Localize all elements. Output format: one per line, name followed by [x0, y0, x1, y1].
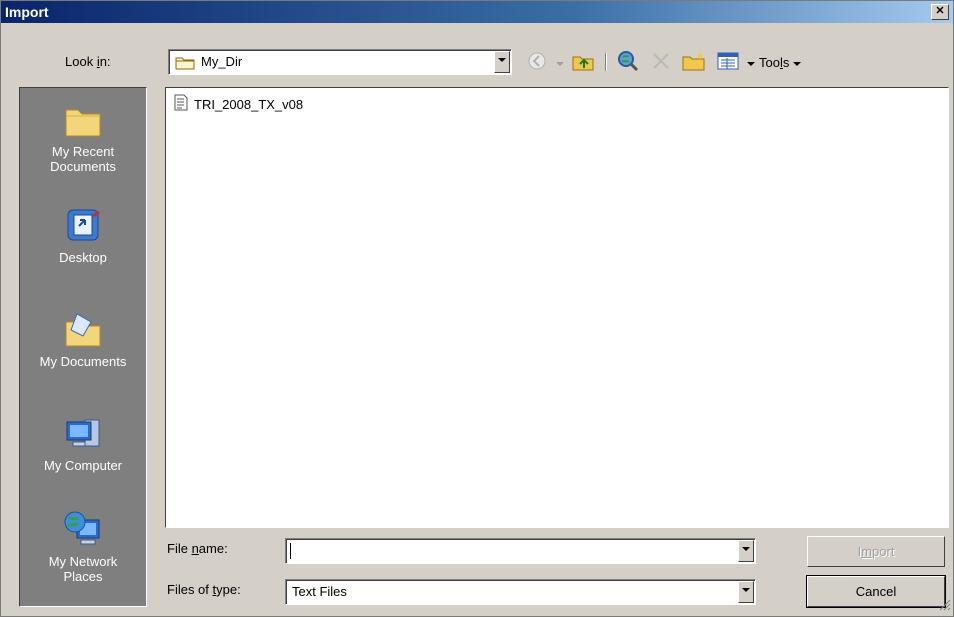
place-my-documents[interactable]: My Documents — [20, 310, 146, 369]
tools-menu-button[interactable]: Tools — [759, 50, 849, 74]
list-item[interactable]: TRI_2008_TX_v08 — [174, 94, 303, 114]
views-icon — [717, 52, 739, 73]
look-in-label: Look in: — [65, 54, 111, 69]
search-web-button[interactable] — [613, 50, 643, 74]
file-type-value: Text Files — [292, 584, 347, 599]
file-name-dropdown-button[interactable] — [738, 540, 754, 562]
my-documents-icon — [63, 310, 103, 350]
delete-button[interactable] — [647, 50, 675, 74]
place-my-computer[interactable]: My Computer — [20, 414, 146, 473]
new-folder-icon — [682, 51, 706, 74]
close-button[interactable]: ✕ — [931, 4, 949, 20]
import-button[interactable]: Import — [807, 536, 945, 567]
chevron-down-icon — [747, 55, 755, 70]
views-button[interactable] — [713, 50, 743, 74]
file-type-label: Files of type: — [167, 582, 241, 597]
file-name-input[interactable] — [290, 543, 293, 559]
recent-folder-icon — [63, 100, 103, 140]
look-in-value: My_Dir — [201, 54, 243, 69]
file-type-select[interactable]: Text Files — [285, 579, 756, 605]
place-label: My Network Places — [48, 554, 118, 584]
network-places-icon — [63, 510, 103, 550]
resize-grip-icon[interactable] — [939, 599, 951, 614]
delete-icon — [652, 52, 670, 73]
back-dropdown[interactable] — [553, 50, 567, 74]
new-folder-button[interactable] — [679, 50, 709, 74]
file-name-label: File name: — [167, 541, 228, 556]
place-desktop[interactable]: Desktop — [20, 206, 146, 265]
look-in-dropdown-button[interactable] — [494, 51, 510, 73]
file-name: TRI_2008_TX_v08 — [194, 96, 304, 112]
title-bar[interactable]: Import ✕ — [1, 1, 953, 23]
folder-icon — [175, 55, 195, 73]
back-icon — [527, 51, 547, 74]
place-label: My Computer — [43, 458, 123, 473]
place-my-network-places[interactable]: My Network Places — [20, 510, 146, 584]
dialog-title: Import — [5, 4, 49, 20]
file-name-combo[interactable] — [285, 538, 756, 564]
cancel-button[interactable]: Cancel — [806, 575, 946, 608]
place-label: Desktop — [59, 250, 107, 265]
file-list[interactable]: TRI_2008_TX_v08 — [165, 87, 949, 528]
search-web-icon — [617, 50, 639, 75]
toolbar-separator — [605, 53, 607, 71]
my-computer-icon — [63, 414, 103, 454]
up-folder-icon — [572, 51, 594, 74]
place-my-recent-documents[interactable]: My Recent Documents — [20, 100, 146, 174]
up-folder-button[interactable] — [569, 50, 597, 74]
tools-label: Tools — [759, 54, 790, 70]
back-button[interactable] — [523, 50, 551, 74]
desktop-icon — [63, 206, 103, 246]
file-type-dropdown-button[interactable] — [738, 581, 754, 603]
text-file-icon — [174, 94, 188, 114]
views-dropdown[interactable] — [745, 50, 757, 74]
chevron-down-icon — [793, 55, 802, 70]
look-in-combo[interactable]: My_Dir — [168, 49, 512, 75]
import-dialog: Import ✕ Look in: My_Dir Tools My Recent… — [0, 0, 954, 617]
place-label: My Documents — [39, 354, 127, 369]
places-bar: My Recent Documents Desktop My Documents… — [19, 87, 147, 607]
place-label: My Recent Documents — [50, 144, 116, 174]
chevron-down-icon — [556, 55, 564, 70]
